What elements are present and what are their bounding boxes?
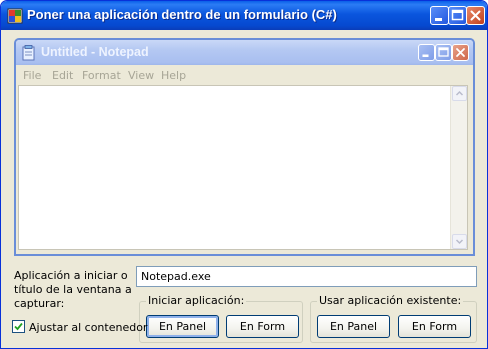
notepad-text-area[interactable] xyxy=(18,85,468,250)
notepad-minimize-button[interactable] xyxy=(418,44,435,61)
menu-format[interactable]: Format xyxy=(82,69,121,82)
notepad-title-bar[interactable]: Untitled - Notepad xyxy=(16,40,473,65)
title-bar[interactable]: Poner una aplicación dentro de un formul… xyxy=(1,1,487,30)
window-title: Poner una aplicación dentro de un formul… xyxy=(27,7,337,22)
start-app-legend: Iniciar aplicación: xyxy=(146,294,247,307)
fit-container-checkbox[interactable] xyxy=(12,320,25,333)
start-in-form-button[interactable]: En Form xyxy=(226,315,299,338)
menu-edit[interactable]: Edit xyxy=(52,69,73,82)
app-label-line-3: capturar: xyxy=(14,297,65,310)
app-label-line-2: título de la ventana a xyxy=(14,283,132,296)
fit-container-label[interactable]: Ajustar al contenedor xyxy=(29,321,147,334)
notepad-title: Untitled - Notepad xyxy=(41,45,149,59)
menu-file[interactable]: File xyxy=(23,69,41,82)
application-input[interactable] xyxy=(136,266,477,287)
start-in-panel-button[interactable]: En Panel xyxy=(146,315,219,338)
check-icon xyxy=(14,322,23,331)
scroll-down-button[interactable] xyxy=(452,234,467,249)
app-label-line-1: Aplicación a iniciar o xyxy=(14,269,128,282)
app-icon xyxy=(7,8,23,24)
existing-app-legend: Usar aplicación existente: xyxy=(317,294,464,307)
minimize-button[interactable] xyxy=(430,6,449,25)
maximize-button[interactable] xyxy=(448,6,467,25)
embedded-notepad-window: Untitled - Notepad File Edit Format View… xyxy=(14,38,475,256)
menu-help[interactable]: Help xyxy=(161,69,186,82)
notepad-close-button[interactable] xyxy=(452,44,469,61)
existing-in-panel-button[interactable]: En Panel xyxy=(317,315,390,338)
notepad-menu-bar: File Edit Format View Help xyxy=(16,65,473,85)
menu-view[interactable]: View xyxy=(128,69,154,82)
vertical-scrollbar[interactable] xyxy=(450,86,467,249)
notepad-maximize-button[interactable] xyxy=(435,44,452,61)
notepad-icon xyxy=(22,45,36,61)
close-button[interactable] xyxy=(466,6,485,25)
scroll-up-button[interactable] xyxy=(452,86,467,101)
existing-in-form-button[interactable]: En Form xyxy=(398,315,471,338)
main-window: Poner una aplicación dentro de un formul… xyxy=(0,0,488,349)
